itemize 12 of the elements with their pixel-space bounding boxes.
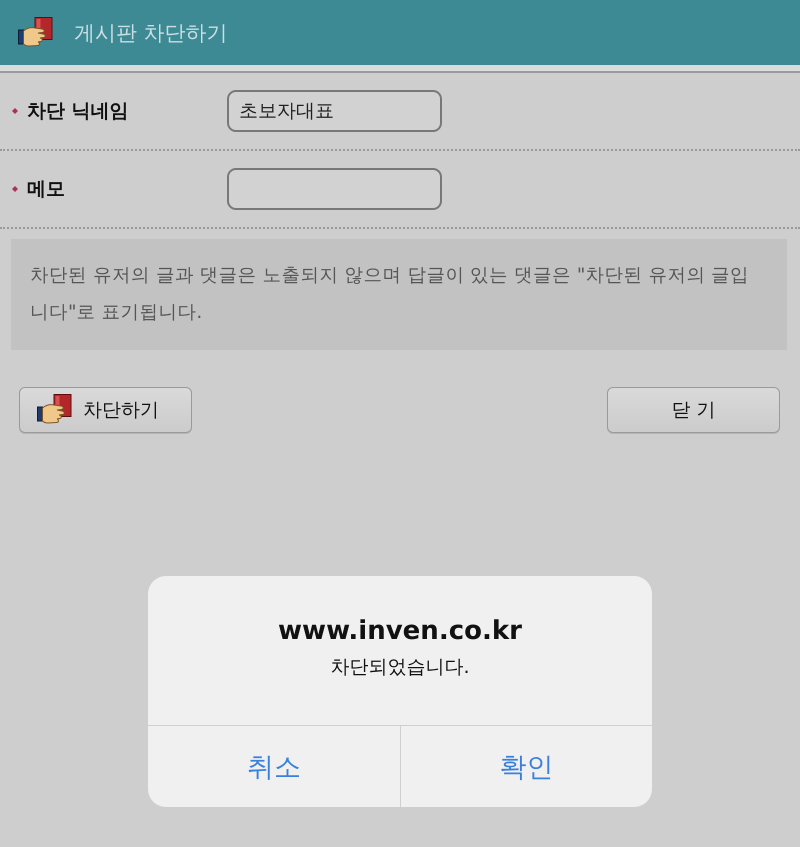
notice-text: 차단된 유저의 글과 댓글은 노출되지 않으며 답글이 있는 댓글은 "차단된 유저의 글입니다"로 표기됩니다.	[11, 239, 787, 350]
input-field[interactable]: 초보자대표	[227, 90, 442, 132]
close-button[interactable]: 닫 기	[607, 387, 780, 433]
bullet-icon	[12, 108, 18, 114]
input-field[interactable]	[227, 168, 442, 210]
alert-title: www.inven.co.kr	[278, 616, 522, 646]
field-label: 차단 닉네임	[27, 99, 129, 124]
block-button[interactable]: 차단하기	[19, 387, 192, 433]
field-label: 메모	[27, 177, 65, 202]
bullet-icon	[12, 186, 18, 192]
header-title: 게시판 차단하기	[74, 20, 228, 46]
alert-message: 차단되었습니다.	[330, 655, 470, 680]
